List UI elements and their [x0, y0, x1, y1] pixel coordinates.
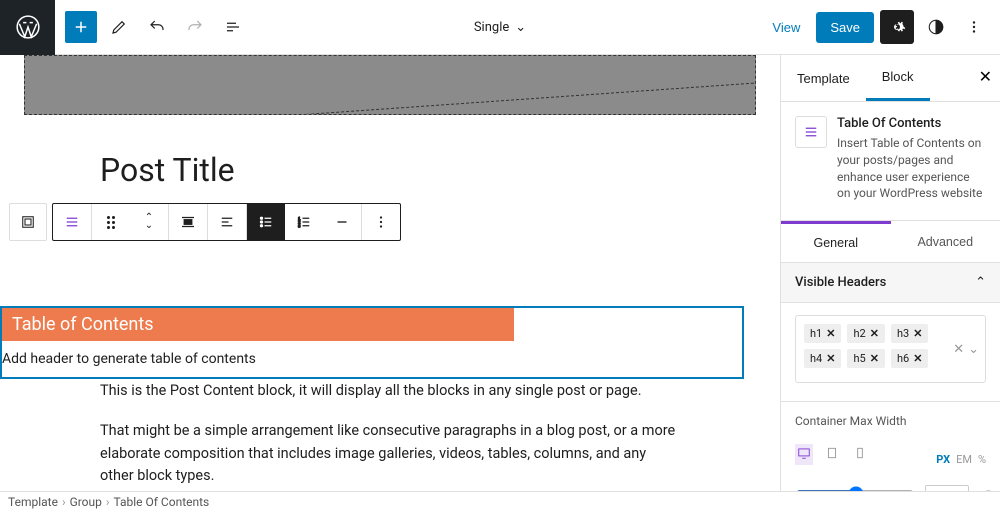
chevron-down-icon: ⌄: [515, 20, 526, 35]
device-tablet-button[interactable]: [823, 444, 841, 465]
list-numbered-button[interactable]: 123: [285, 204, 323, 240]
template-name: Single: [474, 20, 509, 35]
subtab-general[interactable]: General: [781, 221, 891, 262]
chevron-up-icon: ⌃: [975, 275, 986, 290]
editor-tools: [55, 11, 249, 43]
visible-headers-body: h1✕ h2✕ h3✕ h4✕ h5✕ h6✕ ✕ ⌄: [781, 303, 1000, 402]
topbar-actions: View Save: [762, 10, 1000, 44]
list-bullet-button[interactable]: [247, 204, 285, 240]
block-breadcrumb: Template › Group › Table Of Contents: [0, 491, 1000, 511]
breadcrumb-item[interactable]: Group: [70, 495, 102, 509]
block-card-title: Table Of Contents: [837, 116, 986, 131]
text-align-button[interactable]: [208, 204, 246, 240]
block-toolbar: ⌃⌄ 123: [52, 203, 401, 241]
remove-tag-icon[interactable]: ✕: [913, 352, 922, 365]
more-options-button[interactable]: [958, 11, 990, 43]
unit-em[interactable]: EM: [956, 453, 972, 466]
header-tag[interactable]: h3✕: [891, 324, 928, 343]
panel-label: Visible Headers: [795, 275, 886, 290]
header-tag[interactable]: h5✕: [847, 349, 884, 368]
post-title[interactable]: Post Title: [100, 151, 780, 189]
styles-button[interactable]: [920, 11, 952, 43]
align-button[interactable]: [169, 204, 207, 240]
header-tag[interactable]: h4✕: [804, 349, 841, 368]
header-tag[interactable]: h2✕: [847, 324, 884, 343]
panel-visible-headers[interactable]: Visible Headers ⌃: [781, 263, 1000, 303]
settings-button[interactable]: [880, 10, 914, 44]
drag-handle[interactable]: [92, 204, 130, 240]
breadcrumb-separator: ›: [62, 495, 66, 509]
top-toolbar: Single ⌄ View Save: [0, 0, 1000, 55]
tab-block[interactable]: Block: [866, 55, 930, 101]
list-view-button[interactable]: [217, 11, 249, 43]
close-sidebar-button[interactable]: ✕: [979, 67, 992, 87]
move-up-down[interactable]: ⌃⌄: [130, 204, 168, 240]
settings-sidebar: Template Block ✕ Table Of Contents Inser…: [780, 55, 1000, 511]
header-tag[interactable]: h1✕: [804, 324, 841, 343]
remove-tag-icon[interactable]: ✕: [826, 352, 835, 365]
breadcrumb-separator: ›: [106, 495, 110, 509]
block-subtabs: General Advanced: [781, 221, 1000, 263]
table-of-contents-block[interactable]: Table of Contents Add header to generate…: [0, 306, 744, 379]
post-paragraph: This is the Post Content block, it will …: [100, 380, 680, 402]
device-mobile-button[interactable]: [851, 444, 869, 465]
save-button[interactable]: Save: [816, 12, 874, 43]
undo-button[interactable]: [141, 11, 173, 43]
toc-empty-message: Add header to generate table of contents: [2, 341, 742, 377]
expand-tags-button[interactable]: ⌄: [968, 341, 979, 357]
remove-tag-icon[interactable]: ✕: [826, 327, 835, 340]
unit-pct[interactable]: %: [978, 453, 986, 466]
clear-tags-button[interactable]: ✕: [953, 341, 964, 357]
sidebar-tabs: Template Block ✕: [781, 55, 1000, 102]
post-paragraph: That might be a simple arrangement like …: [100, 420, 680, 487]
header-tag[interactable]: h6✕: [891, 349, 928, 368]
breadcrumb-item[interactable]: Template: [8, 495, 58, 509]
header-tag-container: h1✕ h2✕ h3✕ h4✕ h5✕ h6✕ ✕ ⌄: [795, 315, 986, 383]
responsive-device-switch: [795, 444, 869, 465]
redo-button[interactable]: [179, 11, 211, 43]
wordpress-logo[interactable]: [0, 0, 55, 55]
device-desktop-button[interactable]: [795, 444, 813, 465]
add-block-button[interactable]: [65, 11, 97, 43]
toc-block-icon: [795, 116, 827, 148]
select-parent-button[interactable]: [9, 203, 47, 241]
post-content-block[interactable]: This is the Post Content block, it will …: [100, 380, 680, 491]
remove-tag-icon[interactable]: ✕: [870, 327, 879, 340]
block-card-description: Insert Table of Contents on your posts/p…: [837, 135, 986, 202]
block-card: Table Of Contents Insert Table of Conten…: [781, 102, 1000, 221]
block-more-options[interactable]: [362, 204, 400, 240]
template-switcher[interactable]: Single ⌄: [474, 20, 526, 35]
collapse-button[interactable]: [323, 204, 361, 240]
svg-text:3: 3: [298, 223, 301, 228]
container-width-label: Container Max Width: [795, 414, 907, 428]
remove-tag-icon[interactable]: ✕: [870, 352, 879, 365]
subtab-advanced[interactable]: Advanced: [891, 221, 1000, 262]
block-type-icon[interactable]: [53, 204, 91, 240]
featured-image-placeholder[interactable]: [24, 55, 756, 115]
tab-template[interactable]: Template: [781, 55, 866, 101]
editor-canvas: Post Title ⌃⌄ 123: [0, 55, 780, 491]
unit-switch: PX EM %: [936, 453, 986, 466]
remove-tag-icon[interactable]: ✕: [913, 327, 922, 340]
edit-mode-button[interactable]: [103, 11, 135, 43]
view-button[interactable]: View: [762, 14, 810, 41]
unit-px[interactable]: PX: [936, 453, 950, 466]
breadcrumb-item[interactable]: Table Of Contents: [114, 495, 210, 509]
toc-title: Table of Contents: [2, 308, 514, 341]
